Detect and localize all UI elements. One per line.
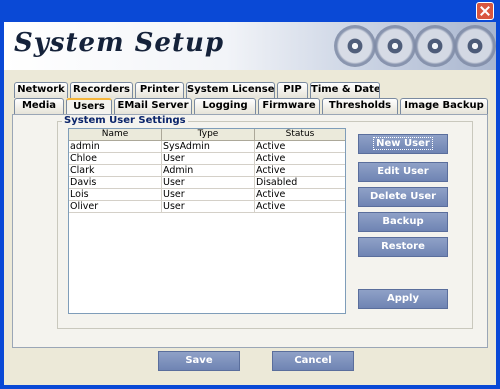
- table-row[interactable]: admin SysAdmin Active: [69, 141, 345, 153]
- cancel-button[interactable]: Cancel: [272, 351, 354, 371]
- window-client: System Setup Network Recorders Printer S…: [4, 22, 496, 385]
- users-panel: System User Settings Name Type Status ad…: [12, 114, 488, 348]
- table-row[interactable]: Davis User Disabled: [69, 177, 345, 189]
- tab-printer[interactable]: Printer: [135, 82, 184, 98]
- disc-graphic-icon: [374, 25, 416, 67]
- tab-network[interactable]: Network: [14, 82, 68, 98]
- cell-status: Disabled: [255, 177, 345, 189]
- restore-button[interactable]: Restore: [358, 237, 448, 257]
- page-title: System Setup: [14, 28, 225, 58]
- cell-type: User: [162, 177, 255, 189]
- cell-name: Davis: [69, 177, 162, 189]
- tab-thresholds[interactable]: Thresholds: [322, 98, 398, 114]
- cell-type: SysAdmin: [162, 141, 255, 153]
- table-header: Name Type Status: [69, 129, 345, 141]
- cell-type: Admin: [162, 165, 255, 177]
- cell-name: Chloe: [69, 153, 162, 165]
- tab-recorders[interactable]: Recorders: [70, 82, 133, 98]
- tab-time-date[interactable]: Time & Date: [310, 82, 380, 98]
- save-button[interactable]: Save: [158, 351, 240, 371]
- disc-graphic-icon: [334, 25, 376, 67]
- tab-firmware[interactable]: Firmware: [258, 98, 320, 114]
- table-row[interactable]: Clark Admin Active: [69, 165, 345, 177]
- delete-user-button[interactable]: Delete User: [358, 187, 448, 207]
- users-table: Name Type Status admin SysAdmin Active C…: [68, 128, 346, 314]
- column-header-name[interactable]: Name: [69, 129, 162, 141]
- cell-name: Lois: [69, 189, 162, 201]
- tab-logging[interactable]: Logging: [194, 98, 256, 114]
- new-user-button[interactable]: New User: [358, 134, 448, 154]
- edit-user-button[interactable]: Edit User: [358, 162, 448, 182]
- disc-graphic-icon: [414, 25, 456, 67]
- cell-type: User: [162, 153, 255, 165]
- cell-name: Clark: [69, 165, 162, 177]
- table-row[interactable]: Lois User Active: [69, 189, 345, 201]
- cell-type: User: [162, 189, 255, 201]
- cell-name: admin: [69, 141, 162, 153]
- header-banner: System Setup: [4, 22, 496, 70]
- disc-graphic-icon: [454, 25, 496, 67]
- cell-status: Active: [255, 201, 345, 213]
- apply-button[interactable]: Apply: [358, 289, 448, 309]
- new-user-label: New User: [373, 137, 433, 150]
- backup-button[interactable]: Backup: [358, 212, 448, 232]
- setup-window: System Setup Network Recorders Printer S…: [0, 0, 500, 389]
- column-header-status[interactable]: Status: [255, 129, 345, 141]
- table-row[interactable]: Chloe User Active: [69, 153, 345, 165]
- cell-type: User: [162, 201, 255, 213]
- tab-image-backup[interactable]: Image Backup: [400, 98, 488, 114]
- tab-media[interactable]: Media: [14, 98, 64, 114]
- cell-name: Oliver: [69, 201, 162, 213]
- cell-status: Active: [255, 165, 345, 177]
- cell-status: Active: [255, 189, 345, 201]
- group-label: System User Settings: [62, 115, 188, 126]
- cell-status: Active: [255, 153, 345, 165]
- table-row[interactable]: Oliver User Active: [69, 201, 345, 213]
- tab-pip[interactable]: PIP: [277, 82, 308, 98]
- column-header-type[interactable]: Type: [162, 129, 255, 141]
- tab-users[interactable]: Users: [66, 98, 112, 115]
- tab-email-server[interactable]: EMail Server: [114, 98, 192, 114]
- tab-system-license[interactable]: System License: [186, 82, 275, 98]
- cell-status: Active: [255, 141, 345, 153]
- close-icon[interactable]: [476, 2, 494, 20]
- user-settings-group: System User Settings Name Type Status ad…: [57, 115, 473, 329]
